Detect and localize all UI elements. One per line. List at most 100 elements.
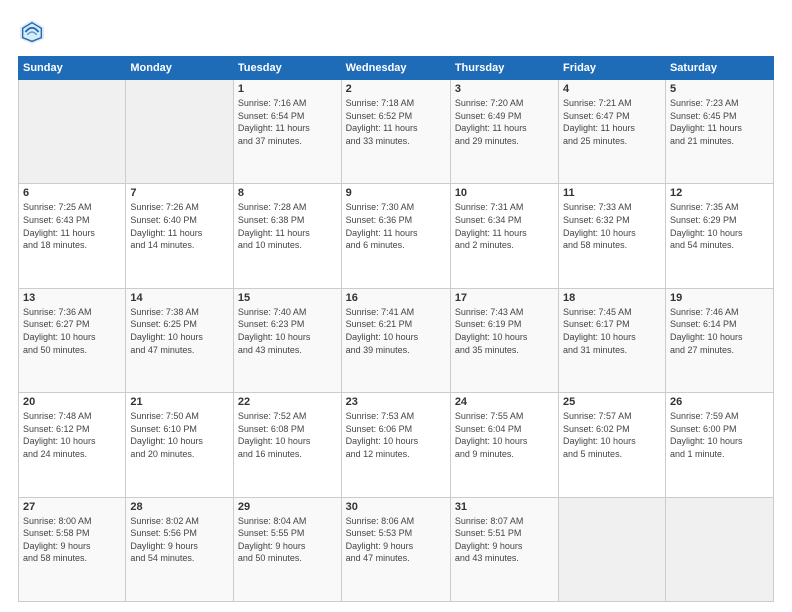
cell-w1-d6: 5 Sunrise: 7:23 AM Sunset: 6:45 PM Daylig…: [665, 80, 773, 184]
cell-w4-d3: 23 Sunrise: 7:53 AM Sunset: 6:06 PM Dayli…: [341, 393, 450, 497]
page: SundayMondayTuesdayWednesdayThursdayFrid…: [0, 0, 792, 612]
day-number: 16: [346, 292, 446, 304]
day-info: Sunrise: 7:45 AM Sunset: 6:17 PM Dayligh…: [563, 306, 661, 356]
day-info: Sunrise: 7:18 AM Sunset: 6:52 PM Dayligh…: [346, 97, 446, 147]
day-number: 2: [346, 83, 446, 95]
day-number: 1: [238, 83, 337, 95]
header-sunday: Sunday: [19, 57, 126, 80]
week-row-2: 6Sunrise: 7:25 AM Sunset: 6:43 PM Daylig…: [19, 184, 774, 288]
day-number: 26: [670, 396, 769, 408]
day-info: Sunrise: 7:16 AM Sunset: 6:54 PM Dayligh…: [238, 97, 337, 147]
day-info: Sunrise: 7:53 AM Sunset: 6:06 PM Dayligh…: [346, 410, 446, 460]
cell-w2-d4: 10Sunrise: 7:31 AM Sunset: 6:34 PM Dayli…: [450, 184, 558, 288]
day-info: Sunrise: 8:00 AM Sunset: 5:58 PM Dayligh…: [23, 515, 121, 565]
day-info: Sunrise: 7:30 AM Sunset: 6:36 PM Dayligh…: [346, 201, 446, 251]
day-info: Sunrise: 7:52 AM Sunset: 6:08 PM Dayligh…: [238, 410, 337, 460]
day-number: 18: [563, 292, 661, 304]
header-tuesday: Tuesday: [233, 57, 341, 80]
day-number: 19: [670, 292, 769, 304]
day-number: 5: [670, 83, 769, 95]
week-row-5: 27 Sunrise: 8:00 AM Sunset: 5:58 PM Dayli…: [19, 497, 774, 601]
day-info: Sunrise: 7:35 AM Sunset: 6:29 PM Dayligh…: [670, 201, 769, 251]
cell-w4-d4: 24 Sunrise: 7:55 AM Sunset: 6:04 PM Dayli…: [450, 393, 558, 497]
header-friday: Friday: [559, 57, 666, 80]
day-number: 29: [238, 501, 337, 513]
day-number: 3: [455, 83, 554, 95]
cell-w2-d3: 9 Sunrise: 7:30 AM Sunset: 6:36 PM Daylig…: [341, 184, 450, 288]
day-number: 11: [563, 187, 661, 199]
cell-w5-d3: 30Sunrise: 8:06 AM Sunset: 5:53 PM Dayli…: [341, 497, 450, 601]
day-number: 22: [238, 396, 337, 408]
cell-w3-d5: 18 Sunrise: 7:45 AM Sunset: 6:17 PM Dayli…: [559, 288, 666, 392]
day-number: 28: [130, 501, 229, 513]
day-info: Sunrise: 7:33 AM Sunset: 6:32 PM Dayligh…: [563, 201, 661, 251]
day-number: 25: [563, 396, 661, 408]
day-info: Sunrise: 7:20 AM Sunset: 6:49 PM Dayligh…: [455, 97, 554, 147]
cell-w5-d1: 28 Sunrise: 8:02 AM Sunset: 5:56 PM Dayli…: [126, 497, 234, 601]
day-info: Sunrise: 7:36 AM Sunset: 6:27 PM Dayligh…: [23, 306, 121, 356]
calendar-body: 1 Sunrise: 7:16 AM Sunset: 6:54 PM Daylig…: [19, 80, 774, 602]
calendar: SundayMondayTuesdayWednesdayThursdayFrid…: [18, 56, 774, 602]
day-number: 15: [238, 292, 337, 304]
cell-w3-d2: 15 Sunrise: 7:40 AM Sunset: 6:23 PM Dayli…: [233, 288, 341, 392]
header: [18, 18, 774, 46]
day-number: 14: [130, 292, 229, 304]
day-info: Sunrise: 7:48 AM Sunset: 6:12 PM Dayligh…: [23, 410, 121, 460]
cell-w4-d2: 22 Sunrise: 7:52 AM Sunset: 6:08 PM Dayli…: [233, 393, 341, 497]
day-number: 6: [23, 187, 121, 199]
day-number: 23: [346, 396, 446, 408]
day-info: Sunrise: 7:40 AM Sunset: 6:23 PM Dayligh…: [238, 306, 337, 356]
cell-w1-d1: [126, 80, 234, 184]
cell-w1-d3: 2 Sunrise: 7:18 AM Sunset: 6:52 PM Daylig…: [341, 80, 450, 184]
cell-w4-d6: 26 Sunrise: 7:59 AM Sunset: 6:00 PM Dayli…: [665, 393, 773, 497]
cell-w2-d0: 6Sunrise: 7:25 AM Sunset: 6:43 PM Daylig…: [19, 184, 126, 288]
day-info: Sunrise: 7:57 AM Sunset: 6:02 PM Dayligh…: [563, 410, 661, 460]
day-number: 17: [455, 292, 554, 304]
day-info: Sunrise: 7:28 AM Sunset: 6:38 PM Dayligh…: [238, 201, 337, 251]
cell-w3-d0: 13 Sunrise: 7:36 AM Sunset: 6:27 PM Dayli…: [19, 288, 126, 392]
day-number: 27: [23, 501, 121, 513]
cell-w4-d0: 20 Sunrise: 7:48 AM Sunset: 6:12 PM Dayli…: [19, 393, 126, 497]
day-number: 24: [455, 396, 554, 408]
day-number: 21: [130, 396, 229, 408]
day-number: 7: [130, 187, 229, 199]
day-number: 4: [563, 83, 661, 95]
day-info: Sunrise: 7:43 AM Sunset: 6:19 PM Dayligh…: [455, 306, 554, 356]
cell-w3-d3: 16Sunrise: 7:41 AM Sunset: 6:21 PM Dayli…: [341, 288, 450, 392]
cell-w1-d4: 3 Sunrise: 7:20 AM Sunset: 6:49 PM Daylig…: [450, 80, 558, 184]
day-number: 10: [455, 187, 554, 199]
calendar-header: SundayMondayTuesdayWednesdayThursdayFrid…: [19, 57, 774, 80]
cell-w2-d5: 11 Sunrise: 7:33 AM Sunset: 6:32 PM Dayli…: [559, 184, 666, 288]
cell-w2-d2: 8 Sunrise: 7:28 AM Sunset: 6:38 PM Daylig…: [233, 184, 341, 288]
header-row: SundayMondayTuesdayWednesdayThursdayFrid…: [19, 57, 774, 80]
logo: [18, 18, 50, 46]
cell-w5-d5: [559, 497, 666, 601]
day-info: Sunrise: 7:26 AM Sunset: 6:40 PM Dayligh…: [130, 201, 229, 251]
day-number: 31: [455, 501, 554, 513]
cell-w5-d6: [665, 497, 773, 601]
day-number: 30: [346, 501, 446, 513]
day-info: Sunrise: 7:23 AM Sunset: 6:45 PM Dayligh…: [670, 97, 769, 147]
day-number: 20: [23, 396, 121, 408]
logo-icon: [18, 18, 46, 46]
week-row-3: 13 Sunrise: 7:36 AM Sunset: 6:27 PM Dayli…: [19, 288, 774, 392]
header-monday: Monday: [126, 57, 234, 80]
day-number: 8: [238, 187, 337, 199]
day-info: Sunrise: 8:02 AM Sunset: 5:56 PM Dayligh…: [130, 515, 229, 565]
header-thursday: Thursday: [450, 57, 558, 80]
header-wednesday: Wednesday: [341, 57, 450, 80]
day-info: Sunrise: 7:38 AM Sunset: 6:25 PM Dayligh…: [130, 306, 229, 356]
cell-w1-d2: 1 Sunrise: 7:16 AM Sunset: 6:54 PM Daylig…: [233, 80, 341, 184]
week-row-4: 20 Sunrise: 7:48 AM Sunset: 6:12 PM Dayli…: [19, 393, 774, 497]
cell-w5-d0: 27 Sunrise: 8:00 AM Sunset: 5:58 PM Dayli…: [19, 497, 126, 601]
day-info: Sunrise: 8:07 AM Sunset: 5:51 PM Dayligh…: [455, 515, 554, 565]
day-number: 9: [346, 187, 446, 199]
day-info: Sunrise: 7:59 AM Sunset: 6:00 PM Dayligh…: [670, 410, 769, 460]
cell-w1-d0: [19, 80, 126, 184]
day-number: 12: [670, 187, 769, 199]
day-info: Sunrise: 7:55 AM Sunset: 6:04 PM Dayligh…: [455, 410, 554, 460]
day-info: Sunrise: 7:46 AM Sunset: 6:14 PM Dayligh…: [670, 306, 769, 356]
cell-w4-d5: 25 Sunrise: 7:57 AM Sunset: 6:02 PM Dayli…: [559, 393, 666, 497]
cell-w2-d6: 12 Sunrise: 7:35 AM Sunset: 6:29 PM Dayli…: [665, 184, 773, 288]
day-number: 13: [23, 292, 121, 304]
